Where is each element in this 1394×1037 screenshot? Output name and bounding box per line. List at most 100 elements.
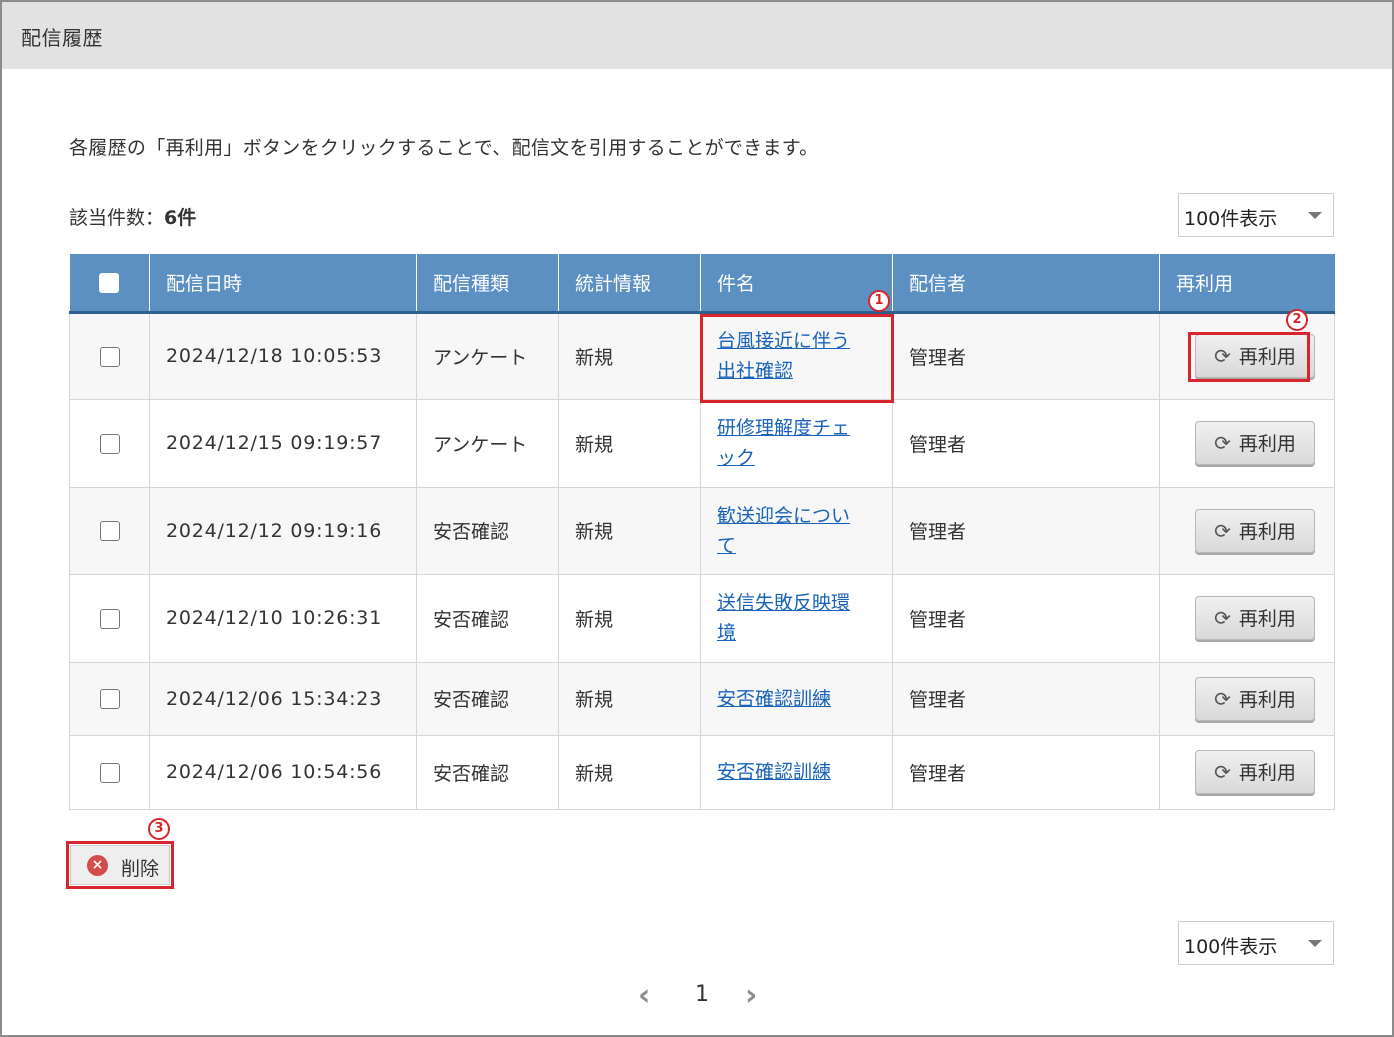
reuse-label: 再利用 [1238,520,1296,543]
subject-line-1: 送信失敗反映環 [717,592,851,615]
highlight-subject [700,314,894,403]
cell-subject: 研修理解度チェ ック [700,399,893,488]
description-text: 各履歴の「再利用」ボタンをクリックすることで、配信文を引用することができます。 [69,137,819,159]
row-select-cell [69,486,150,575]
cell-sender: 管理者 [892,574,1160,663]
result-count-value: 6件 [164,207,197,229]
chevron-down-icon [1308,212,1322,219]
result-count: 該当件数：6件 [69,203,196,230]
page-size-select-bottom[interactable]: 100件表示 [1178,921,1334,965]
cell-date: 2024/12/18 10:05:53 [149,311,417,400]
cell-sender: 管理者 [892,311,1160,400]
cell-date: 2024/12/10 10:26:31 [149,574,417,663]
refresh-icon: ⟳ [1214,760,1231,785]
reuse-label: 再利用 [1238,688,1296,711]
row-checkbox[interactable] [99,346,120,367]
subject-line-1: 歓送迎会につい [717,504,851,527]
table-row: 2024/12/10 10:26:31 安否確認 新規 送信失敗反映環境 管理者… [69,574,1335,663]
reuse-label: 再利用 [1238,608,1296,631]
column-header-subject[interactable]: 件名 [700,254,893,314]
table-row: 2024/12/15 09:19:57 アンケート 新規 研修理解度チェ ック 管… [69,399,1335,488]
reuse-button[interactable]: ⟳ 再利用 [1195,508,1315,553]
cell-stats: 新規 [558,661,701,736]
cell-type: 安否確認 [416,735,559,810]
refresh-icon: ⟳ [1214,518,1231,543]
callout-badge-3: 3 [148,818,170,840]
page-number-current[interactable]: 1 [695,982,709,1007]
cell-subject: 安否確認訓練 [700,661,893,736]
page-size-select-top[interactable]: 100件表示 [1178,193,1334,237]
reuse-button[interactable]: ⟳ 再利用 [1195,676,1315,721]
cell-subject: 安否確認訓練 [700,735,893,810]
result-count-label: 該当件数： [69,207,165,229]
cell-sender: 管理者 [892,399,1160,488]
row-select-cell [69,661,150,736]
page-title: 配信履歴 [21,26,103,50]
cell-date: 2024/12/15 09:19:57 [149,399,417,488]
cell-date: 2024/12/06 15:34:23 [149,661,417,736]
cell-reuse: ⟳ 再利用 [1159,735,1335,810]
cell-subject: 送信失敗反映環境 [700,574,893,663]
cell-reuse: ⟳ 再利用 [1159,574,1335,663]
header-select-all[interactable] [69,254,150,314]
column-header-type[interactable]: 配信種類 [416,254,559,314]
column-header-reuse: 再利用 [1159,254,1335,314]
table-row: 2024/12/06 10:54:56 安否確認 新規 安否確認訓練 管理者 ⟳… [69,735,1335,810]
column-header-sender[interactable]: 配信者 [892,254,1160,314]
table-header-row: 配信日時 配信種類 統計情報 件名 配信者 再利用 [69,254,1335,314]
row-checkbox[interactable] [99,608,120,629]
cell-sender: 管理者 [892,735,1160,810]
cell-type: 安否確認 [416,661,559,736]
cell-date: 2024/12/06 10:54:56 [149,735,417,810]
column-header-date[interactable]: 配信日時 [149,254,417,314]
table-row: 2024/12/12 09:19:16 安否確認 新規 歓送迎会について 管理者… [69,486,1335,575]
row-checkbox[interactable] [99,521,120,542]
chevron-left-icon[interactable]: ‹ [638,978,650,1013]
page-size-value: 100件表示 [1184,936,1278,958]
subject-link[interactable]: 送信失敗反映環境 [717,588,867,648]
subject-link[interactable]: 歓送迎会について [717,501,867,561]
cell-stats: 新規 [558,486,701,575]
cell-date: 2024/12/12 09:19:16 [149,486,417,575]
callout-badge-1: 1 [868,290,890,312]
cell-reuse: ⟳ 再利用 [1159,399,1335,488]
cell-reuse: ⟳ 再利用 [1159,486,1335,575]
row-select-cell [69,574,150,663]
row-select-cell [69,311,150,400]
subject-line-2: て [717,534,737,557]
chevron-right-icon[interactable]: › [745,978,757,1013]
cell-reuse: ⟳ 再利用 [1159,661,1335,736]
reuse-button[interactable]: ⟳ 再利用 [1195,596,1315,641]
subject-link[interactable]: 安否確認訓練 [717,684,867,714]
row-select-cell [69,735,150,810]
subject-link[interactable]: 安否確認訓練 [717,757,867,787]
highlight-reuse [1188,332,1310,382]
subject-line-1: 研修理解度チェ [717,417,851,440]
select-all-checkbox[interactable] [99,272,120,293]
cell-stats: 新規 [558,311,701,400]
cell-sender: 管理者 [892,486,1160,575]
reuse-button[interactable]: ⟳ 再利用 [1195,750,1315,795]
subject-line-2: ック [717,447,756,470]
highlight-delete [66,841,174,889]
cell-subject: 歓送迎会について [700,486,893,575]
refresh-icon: ⟳ [1214,686,1231,711]
cell-type: アンケート [416,311,559,400]
reuse-label: 再利用 [1238,762,1296,785]
cell-stats: 新規 [558,735,701,810]
reuse-label: 再利用 [1238,433,1296,456]
cell-type: 安否確認 [416,486,559,575]
refresh-icon: ⟳ [1214,606,1231,631]
reuse-button[interactable]: ⟳ 再利用 [1195,421,1315,466]
subject-link[interactable]: 研修理解度チェ ック [717,413,867,473]
callout-badge-2: 2 [1286,309,1308,331]
cell-type: アンケート [416,399,559,488]
row-checkbox[interactable] [99,689,120,710]
cell-type: 安否確認 [416,574,559,663]
row-checkbox[interactable] [99,762,120,783]
column-header-stats[interactable]: 統計情報 [558,254,701,314]
row-select-cell [69,399,150,488]
refresh-icon: ⟳ [1214,431,1231,456]
row-checkbox[interactable] [99,433,120,454]
cell-stats: 新規 [558,574,701,663]
